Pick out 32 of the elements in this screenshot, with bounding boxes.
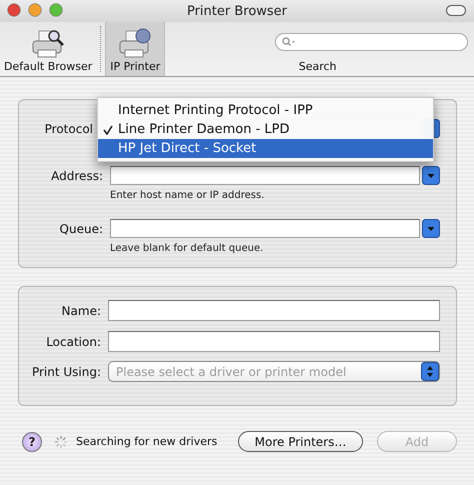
toolbar-button[interactable]: IP Printer (105, 22, 166, 76)
queue-field[interactable] (110, 219, 440, 238)
menu-item[interactable]: Internet Printing Protocol - IPP (98, 101, 433, 120)
help-button[interactable]: ? (22, 432, 42, 452)
menu-item[interactable]: Line Printer Daemon - LPD (98, 120, 433, 139)
status-text: Searching for new drivers (76, 435, 218, 448)
window-control-icon[interactable] (7, 3, 21, 17)
toolbar-button[interactable]: Default Browser (0, 22, 96, 76)
window-title: Printer Browser (186, 4, 288, 18)
printer-globe-icon (117, 28, 154, 60)
address-hint: Enter host name or IP address. (110, 190, 266, 201)
checkmark-icon (103, 124, 113, 134)
search-label: Search (298, 60, 337, 73)
address-label: Address: (50, 168, 104, 182)
spinner-icon (54, 434, 68, 448)
address-field[interactable] (110, 166, 440, 185)
location-label: Location: (45, 334, 102, 348)
name-label: Name: (60, 304, 102, 318)
queue-hint: Leave blank for default queue. (110, 243, 264, 254)
search-field[interactable] (275, 33, 468, 51)
window-control-icon[interactable] (28, 3, 42, 17)
menu-item[interactable]: HP Jet Direct - Socket (98, 139, 433, 158)
search-icon (282, 37, 296, 47)
printer-magnifier-icon (30, 28, 66, 60)
protocol-label: Protocol (44, 122, 94, 136)
toolbar-toggle-icon[interactable] (446, 5, 466, 16)
name-field[interactable] (108, 300, 440, 321)
location-field[interactable] (108, 331, 440, 352)
print-using-label: Print Using: (30, 364, 102, 378)
footer-button[interactable]: More Printers… (238, 431, 363, 452)
window-control-icon[interactable] (49, 3, 63, 17)
queue-label: Queue: (58, 222, 104, 236)
